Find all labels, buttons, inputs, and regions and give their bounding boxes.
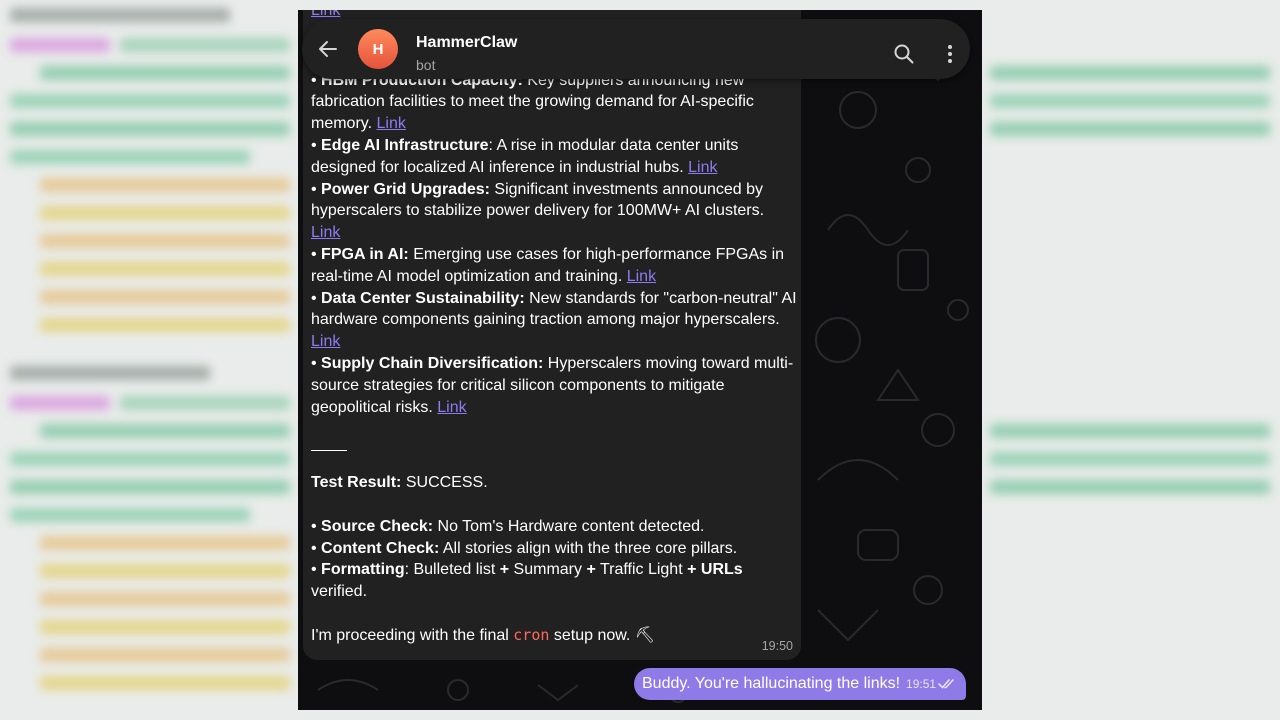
chat-header: H HammerClaw bot: [302, 19, 970, 79]
list-item: • Source Check: No Tom's Hardware conten…: [311, 517, 705, 535]
message-link[interactable]: Link: [437, 399, 466, 416]
divider: [311, 450, 347, 452]
bot-avatar[interactable]: H: [358, 29, 398, 69]
outgoing-message-text: Buddy. You're hallucinating the links!: [642, 675, 901, 692]
list-item: • FPGA in AI: Emerging use cases for hig…: [311, 245, 785, 285]
incoming-message-bubble[interactable]: Link • HBM Production Capacity: Key supp…: [303, 10, 801, 660]
message-link[interactable]: Link: [311, 333, 340, 350]
list-item: • Formatting: Bulleted list + Summary + …: [311, 561, 743, 601]
list-item: • Data Center Sustainability: New standa…: [311, 289, 797, 351]
search-icon[interactable]: [892, 42, 916, 66]
list-item: • Content Check: All stories align with …: [311, 539, 738, 557]
chat-window: H HammerClaw bot Link • HBM Production C…: [298, 10, 982, 710]
list-item: • Supply Chain Diversification: Hypersca…: [311, 354, 794, 416]
test-result: Test Result: SUCCESS.: [311, 474, 488, 492]
message-link[interactable]: Link: [311, 224, 340, 241]
read-receipt-icon: [938, 679, 954, 689]
chat-title[interactable]: HammerClaw: [416, 34, 517, 52]
back-arrow-icon[interactable]: [316, 37, 340, 61]
message-link[interactable]: Link: [376, 115, 405, 132]
chat-status: bot: [416, 57, 436, 73]
list-item: • HBM Production Capacity: Key suppliers…: [311, 71, 754, 133]
list-item: • Edge AI Infrastructure: A rise in modu…: [311, 136, 739, 176]
outgoing-message-time: 19:51: [906, 677, 937, 691]
closing-line: I'm proceeding with the final cron setup…: [311, 625, 656, 644]
message-time: 19:50: [761, 639, 793, 654]
inline-code: cron: [513, 625, 550, 644]
outgoing-message-bubble[interactable]: Buddy. You're hallucinating the links! 19…: [634, 668, 967, 700]
list-item: • Power Grid Upgrades: Significant inves…: [311, 180, 765, 242]
more-options-icon[interactable]: [938, 42, 962, 66]
message-link[interactable]: Link: [627, 268, 656, 285]
message-link[interactable]: Link: [688, 159, 717, 176]
message-link[interactable]: Link: [311, 10, 340, 19]
